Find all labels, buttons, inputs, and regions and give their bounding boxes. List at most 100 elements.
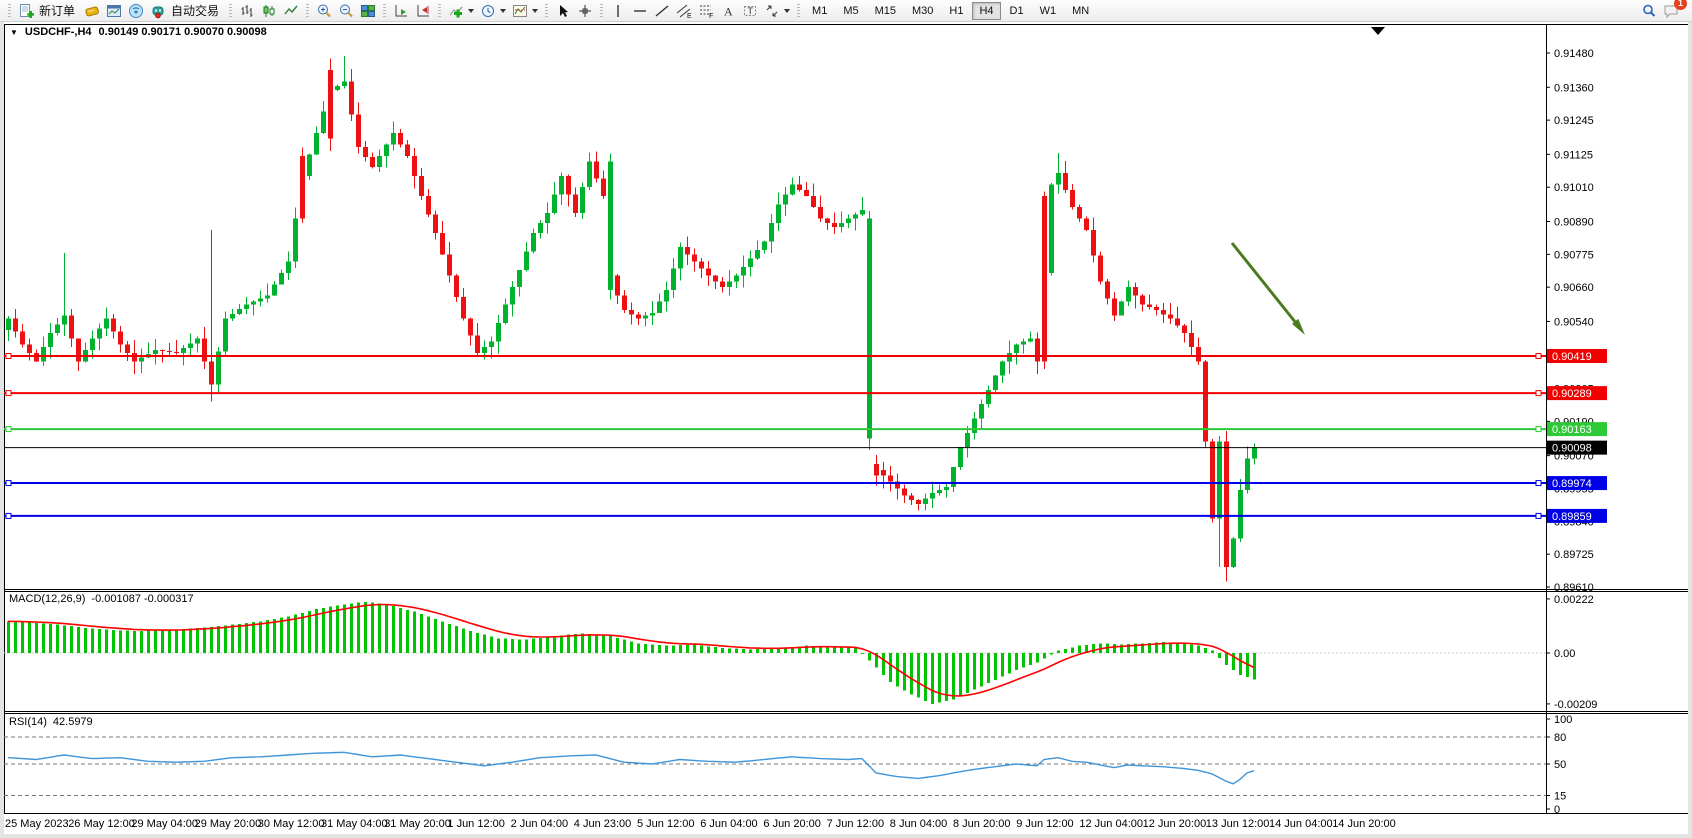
chart-window[interactable]: ▼ USDCHF-,H4 0.90149 0.90171 0.90070 0.9…: [0, 21, 1692, 838]
market-watch-button[interactable]: [82, 1, 102, 20]
vertical-line-icon: [610, 3, 626, 19]
level-handle[interactable]: [6, 353, 11, 358]
timeframe-button-M5[interactable]: M5: [836, 2, 865, 20]
rsi-name: RSI(14): [9, 716, 47, 728]
candlestick-chart-button[interactable]: [259, 1, 279, 20]
toolbar-grip: [438, 4, 441, 18]
timeframe-button-M30[interactable]: M30: [905, 2, 940, 20]
level-handle[interactable]: [6, 481, 11, 486]
crosshair-button[interactable]: [575, 1, 595, 20]
candle-body: [1217, 441, 1222, 518]
candle-body: [1028, 339, 1033, 342]
time-tick-label: 13 Jun 12:00: [1206, 818, 1270, 830]
price-tick-label: 0.91125: [1554, 149, 1593, 161]
timeframe-button-M1[interactable]: M1: [805, 2, 834, 20]
level-handle[interactable]: [1536, 353, 1541, 358]
candle-body: [90, 339, 95, 350]
timeframe-button-H1[interactable]: H1: [942, 2, 970, 20]
horizontal-line-button[interactable]: [630, 1, 650, 20]
tile-windows-icon: [360, 3, 376, 19]
autotrading-button[interactable]: 自动交易: [148, 1, 224, 20]
search-button[interactable]: [1639, 1, 1659, 20]
auto-scroll-button[interactable]: [391, 1, 411, 20]
time-tick-label: 29 May 04:00: [131, 818, 198, 830]
candle-body: [972, 419, 977, 433]
rsi-axis[interactable]: 1008050150: [1546, 714, 1572, 816]
symbol-dropdown-icon[interactable]: ▼: [10, 28, 18, 37]
price-level-label: 0.89974: [1552, 478, 1592, 490]
candle-body: [909, 496, 914, 500]
text-tool-button[interactable]: A: [718, 1, 738, 20]
toolbar-grip: [600, 4, 603, 18]
chart-shift-button[interactable]: [413, 1, 433, 20]
macd-axis[interactable]: 0.002220.00-0.00209: [1546, 594, 1597, 711]
new-order-button[interactable]: 新订单: [16, 1, 80, 20]
trendline-button[interactable]: [652, 1, 672, 20]
fibonacci-button[interactable]: F: [696, 1, 716, 20]
level-handle[interactable]: [6, 513, 11, 518]
notifications-button[interactable]: 1: [1661, 1, 1682, 20]
time-axis[interactable]: 25 May 202326 May 12:0029 May 04:0029 Ma…: [5, 818, 1396, 830]
timeframe-button-H4[interactable]: H4: [972, 2, 1000, 20]
candle-body: [1063, 173, 1068, 190]
candle-body: [937, 490, 942, 493]
timeframe-button-D1[interactable]: D1: [1003, 2, 1031, 20]
candle-body: [741, 267, 746, 276]
indicators-button[interactable]: [446, 1, 476, 20]
price-level-label: 0.90419: [1552, 351, 1592, 363]
zoom-out-button[interactable]: [336, 1, 356, 20]
bar-chart-button[interactable]: [237, 1, 257, 20]
templates-button[interactable]: [510, 1, 540, 20]
periods-button[interactable]: [478, 1, 508, 20]
candle-body: [496, 323, 501, 342]
price-level-label: 0.89859: [1552, 511, 1592, 523]
level-handle[interactable]: [1536, 391, 1541, 396]
level-handle[interactable]: [1536, 481, 1541, 486]
arrow-annotation[interactable]: [1232, 243, 1305, 335]
signals-button[interactable]: [126, 1, 146, 20]
level-handle[interactable]: [1536, 513, 1541, 518]
line-chart-button[interactable]: [281, 1, 301, 20]
level-handle[interactable]: [6, 391, 11, 396]
time-tick-label: 4 Jun 23:00: [574, 818, 632, 830]
candle-body: [440, 233, 445, 254]
arrows-tool-button[interactable]: [762, 1, 792, 20]
candle-body: [454, 276, 459, 297]
macd-tick-label: 0.00: [1554, 648, 1575, 660]
rsi-tick-label: 100: [1554, 714, 1572, 726]
level-handle[interactable]: [6, 427, 11, 432]
candle-body: [461, 297, 466, 318]
price-tick-label: 0.90890: [1554, 216, 1594, 228]
level-handle[interactable]: [1536, 427, 1541, 432]
timeframe-button-MN[interactable]: MN: [1065, 2, 1096, 20]
timeframe-button-W1[interactable]: W1: [1033, 2, 1064, 20]
tile-windows-button[interactable]: [358, 1, 378, 20]
candle-body: [832, 223, 837, 227]
candle-body: [48, 333, 53, 347]
equidistant-channel-button[interactable]: E: [674, 1, 694, 20]
label-tool-button[interactable]: T: [740, 1, 760, 20]
vertical-line-button[interactable]: [608, 1, 628, 20]
zoom-in-button[interactable]: [314, 1, 334, 20]
timeframe-button-M15[interactable]: M15: [868, 2, 903, 20]
candle-body: [97, 329, 102, 339]
toolbar-grip: [306, 4, 309, 18]
candle-body: [293, 219, 298, 262]
macd-values: -0.001087 -0.000317: [91, 593, 193, 605]
candle-body: [111, 319, 116, 332]
candle-body: [664, 290, 669, 301]
cursor-button[interactable]: [553, 1, 573, 20]
zoom-in-icon: [316, 3, 332, 19]
candle-body: [279, 273, 284, 284]
candle-body: [559, 176, 564, 195]
candle-body: [209, 361, 214, 384]
candle-body: [321, 112, 326, 133]
rsi-line: [8, 752, 1254, 784]
candle-body: [1098, 256, 1103, 282]
time-tick-label: 14 Jun 04:00: [1269, 818, 1333, 830]
chart-canvas[interactable]: 0.914800.913600.912450.911250.910100.908…: [4, 24, 1688, 834]
candle-body: [965, 433, 970, 447]
templates-icon: [512, 3, 528, 19]
chart-shift-marker[interactable]: [1371, 27, 1385, 35]
data-window-button[interactable]: [104, 1, 124, 20]
